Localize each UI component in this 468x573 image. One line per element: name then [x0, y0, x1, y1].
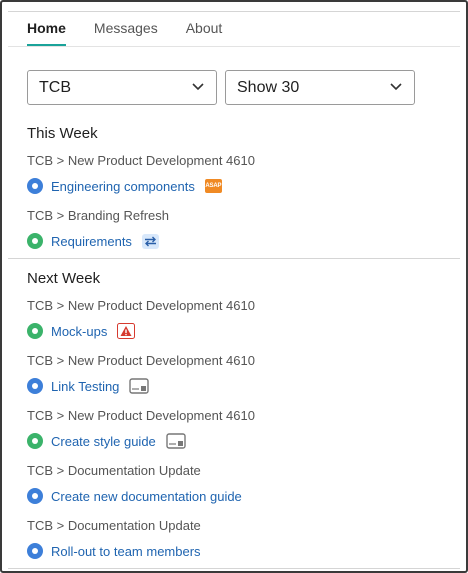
top-divider: [8, 11, 460, 12]
task-link[interactable]: Create style guide: [51, 434, 156, 449]
task-item: Engineering components ASAP: [27, 176, 222, 196]
task-item: Create style guide: [27, 431, 186, 451]
task-link[interactable]: Create new documentation guide: [51, 489, 242, 504]
task-item: Requirements: [27, 231, 159, 251]
status-dot-icon: [27, 488, 43, 504]
task-link[interactable]: Roll-out to team members: [51, 544, 201, 559]
list-bottom-divider: [8, 568, 460, 569]
task-breadcrumb: TCB > Branding Refresh: [27, 208, 169, 223]
tab-about[interactable]: About: [186, 20, 223, 46]
status-dot-icon: [27, 543, 43, 559]
task-link[interactable]: Link Testing: [51, 379, 119, 394]
status-dot-icon: [27, 378, 43, 394]
section-heading-this-week: This Week: [27, 125, 98, 142]
company-select[interactable]: TCB: [27, 70, 217, 105]
tab-messages[interactable]: Messages: [94, 20, 158, 46]
section-heading-next-week: Next Week: [27, 270, 101, 287]
task-item: Create new documentation guide: [27, 486, 242, 506]
tray-icon: [129, 378, 150, 394]
task-item: Link Testing: [27, 376, 150, 396]
task-breadcrumb: TCB > Documentation Update: [27, 463, 201, 478]
task-link[interactable]: Mock-ups: [51, 324, 107, 339]
company-select-value: TCB: [39, 79, 71, 96]
warning-icon: [117, 323, 136, 339]
app-window: Home Messages About TCB Show 30 This Wee…: [0, 0, 468, 573]
chevron-down-icon: [390, 83, 402, 91]
task-item: Mock-ups: [27, 321, 136, 341]
status-dot-icon: [27, 433, 43, 449]
asap-badge-icon: ASAP: [204, 179, 222, 193]
section-divider: [8, 258, 460, 259]
tab-bar: Home Messages About: [27, 20, 250, 46]
status-dot-icon: [27, 178, 43, 194]
swap-arrows-icon: [141, 233, 159, 249]
task-link[interactable]: Engineering components: [51, 179, 195, 194]
count-select[interactable]: Show 30: [225, 70, 415, 105]
tab-bar-divider: [8, 46, 460, 47]
task-breadcrumb: TCB > New Product Development 4610: [27, 298, 255, 313]
tray-icon: [166, 433, 186, 449]
count-select-value: Show 30: [237, 79, 300, 96]
task-link[interactable]: Requirements: [51, 234, 132, 249]
task-item: Roll-out to team members: [27, 541, 201, 561]
task-breadcrumb: TCB > Documentation Update: [27, 518, 201, 533]
task-breadcrumb: TCB > New Product Development 4610: [27, 353, 255, 368]
status-dot-icon: [27, 323, 43, 339]
task-breadcrumb: TCB > New Product Development 4610: [27, 153, 255, 168]
chevron-down-icon: [192, 83, 204, 91]
status-dot-icon: [27, 233, 43, 249]
tab-home[interactable]: Home: [27, 20, 66, 46]
task-breadcrumb: TCB > New Product Development 4610: [27, 408, 255, 423]
